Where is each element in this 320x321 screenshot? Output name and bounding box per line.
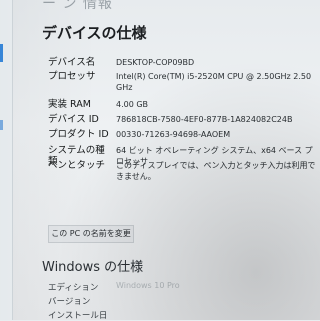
spec-value[interactable]: このディスプレイでは、ペン入力とタッチ入力は利用できません。: [116, 160, 318, 182]
spec-key: プロセッサ: [48, 71, 96, 82]
windows-row-install-date: インストール日: [48, 309, 107, 321]
spec-value[interactable]: 786818CB-7580-4EF0-877B-1A824082C24B: [116, 114, 318, 125]
spec-value[interactable]: DESKTOP-COP09BD: [116, 57, 318, 68]
spec-value[interactable]: 00330-71263-94698-AAOEM: [116, 129, 318, 140]
settings-window: ー ン 情報 デバイスの仕様 デバイス名 DESKTOP-COP09BD プロセ…: [0, 0, 320, 321]
windows-row-version: バージョン: [48, 295, 90, 307]
nav-sidebar: [0, 0, 13, 320]
rename-pc-button[interactable]: この PC の名前を変更: [48, 225, 134, 243]
spec-key: ペンとタッチ: [48, 160, 106, 171]
windows-row-edition: エディション Windows 10 Pro: [48, 281, 180, 293]
spec-value[interactable]: 4.00 GB: [116, 99, 318, 110]
nav-secondary-indicator: [0, 120, 3, 130]
device-spec-heading: デバイスの仕様: [42, 24, 147, 42]
spec-key: 実装 RAM: [48, 99, 91, 110]
windows-spec-heading: Windows の仕様: [42, 260, 144, 275]
windows-spec-key: バージョン: [48, 297, 91, 307]
spec-value[interactable]: Intel(R) Core(TM) i5-2520M CPU @ 2.50GHz…: [116, 71, 318, 93]
page-title-partial: ー ン 情報: [42, 0, 113, 12]
spec-key: プロダクト ID: [48, 129, 109, 140]
windows-spec-value[interactable]: Windows 10 Pro: [116, 281, 266, 290]
spec-key: デバイス ID: [48, 114, 99, 125]
nav-selection-indicator: [0, 44, 3, 62]
windows-spec-key: エディション: [48, 283, 99, 293]
spec-key: デバイス名: [48, 57, 96, 68]
